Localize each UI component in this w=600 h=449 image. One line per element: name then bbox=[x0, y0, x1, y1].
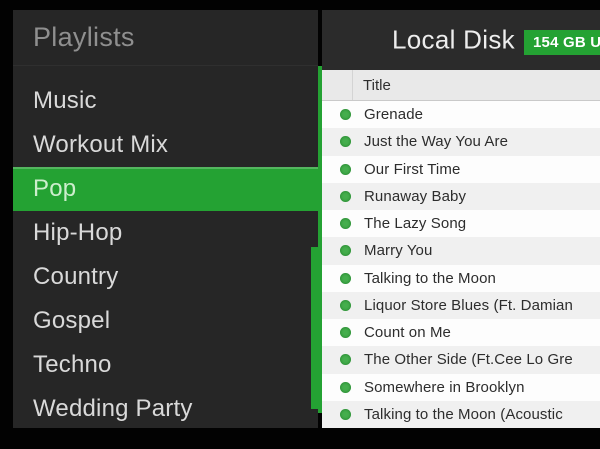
playlists-header: Playlists bbox=[13, 10, 318, 66]
table-row[interactable]: Count on Me bbox=[322, 319, 600, 347]
track-status-dot-icon bbox=[340, 218, 351, 230]
sidebar-item-label: Gospel bbox=[33, 307, 111, 334]
track-status-dot-icon bbox=[340, 272, 351, 284]
sidebar-item-label: Workout Mix bbox=[33, 131, 169, 158]
playlist-list: Music Workout Mix Pop Hip-Hop Country Gospel T… bbox=[13, 79, 318, 428]
sidebar-item-label: Wedding Party bbox=[33, 395, 193, 422]
track-status-dot-icon bbox=[340, 245, 351, 257]
sidebar-item-pop[interactable]: Pop bbox=[13, 167, 318, 211]
track-status-dot-icon bbox=[340, 299, 351, 311]
track-status-dot-icon bbox=[340, 109, 351, 121]
sidebar-item-label: Country bbox=[33, 263, 119, 290]
storage-badge: 154 GB U bbox=[524, 30, 600, 55]
table-row[interactable]: Runaway Baby bbox=[322, 182, 600, 210]
table-header-row: Title bbox=[322, 70, 600, 101]
table-row[interactable]: Talking to the Moon (Acoustic bbox=[322, 400, 600, 428]
track-title: Count on Me bbox=[364, 324, 451, 342]
table-row[interactable]: Our First Time bbox=[322, 155, 600, 183]
track-status-dot-icon bbox=[340, 327, 351, 339]
track-title: Liquor Store Blues (Ft. Damian bbox=[364, 296, 573, 314]
track-title: Just the Way You Are bbox=[364, 133, 509, 151]
track-status-dot-icon bbox=[340, 408, 351, 420]
sidebar-item-country[interactable]: Country bbox=[13, 255, 318, 299]
track-title: Our First Time bbox=[364, 160, 461, 178]
table-row[interactable]: The Other Side (Ft.Cee Lo Gre bbox=[322, 346, 600, 374]
track-title: Runaway Baby bbox=[364, 187, 467, 205]
table-row[interactable]: Grenade bbox=[322, 101, 600, 129]
sidebar-item-hip-hop[interactable]: Hip-Hop bbox=[13, 211, 318, 255]
track-title: Marry You bbox=[364, 242, 433, 260]
local-disk-header: Local Disk 154 GB U bbox=[322, 10, 600, 70]
sidebar-item-label: Pop bbox=[33, 175, 77, 202]
status-column-header bbox=[322, 70, 353, 100]
sidebar-item-gospel[interactable]: Gospel bbox=[13, 299, 318, 343]
app-window: Playlists Music Workout Mix Pop Hip-Hop Coun… bbox=[0, 0, 600, 449]
playlists-panel: Playlists Music Workout Mix Pop Hip-Hop Coun… bbox=[13, 10, 318, 428]
sidebar-item-techno[interactable]: Techno bbox=[13, 343, 318, 387]
scrollbar-thumb[interactable] bbox=[311, 247, 322, 409]
track-status-dot-icon bbox=[340, 163, 351, 175]
track-list: Grenade Just the Way You Are Our First Tim… bbox=[322, 101, 600, 428]
track-title: Somewhere in Brooklyn bbox=[364, 378, 525, 396]
sidebar-item-wedding-party[interactable]: Wedding Party bbox=[13, 387, 318, 428]
track-status-dot-icon bbox=[340, 190, 351, 202]
sidebar-item-label: Techno bbox=[33, 351, 112, 378]
sidebar-item-music[interactable]: Music bbox=[13, 79, 318, 123]
track-title: The Other Side (Ft.Cee Lo Gre bbox=[364, 351, 573, 369]
table-row[interactable]: Just the Way You Are bbox=[322, 128, 600, 156]
table-row[interactable]: Somewhere in Brooklyn bbox=[322, 373, 600, 401]
table-row[interactable]: The Lazy Song bbox=[322, 210, 600, 238]
track-table: Title Grenade Just the Way You Are Our Fir… bbox=[322, 70, 600, 428]
sidebar-item-workout-mix[interactable]: Workout Mix bbox=[13, 123, 318, 167]
track-status-dot-icon bbox=[340, 136, 351, 148]
track-status-dot-icon bbox=[340, 381, 351, 393]
table-row[interactable]: Liquor Store Blues (Ft. Damian bbox=[322, 291, 600, 319]
track-title: Talking to the Moon (Acoustic bbox=[364, 405, 563, 423]
track-title: The Lazy Song bbox=[364, 215, 467, 233]
track-title: Grenade bbox=[364, 106, 424, 124]
sidebar-item-label: Music bbox=[33, 87, 97, 114]
page-title: Local Disk bbox=[392, 24, 515, 55]
column-header-title[interactable]: Title bbox=[353, 70, 391, 100]
track-status-dot-icon bbox=[340, 354, 351, 366]
table-row[interactable]: Marry You bbox=[322, 237, 600, 265]
sidebar-item-label: Hip-Hop bbox=[33, 219, 123, 246]
track-title: Talking to the Moon bbox=[364, 269, 496, 287]
table-row[interactable]: Talking to the Moon bbox=[322, 264, 600, 292]
